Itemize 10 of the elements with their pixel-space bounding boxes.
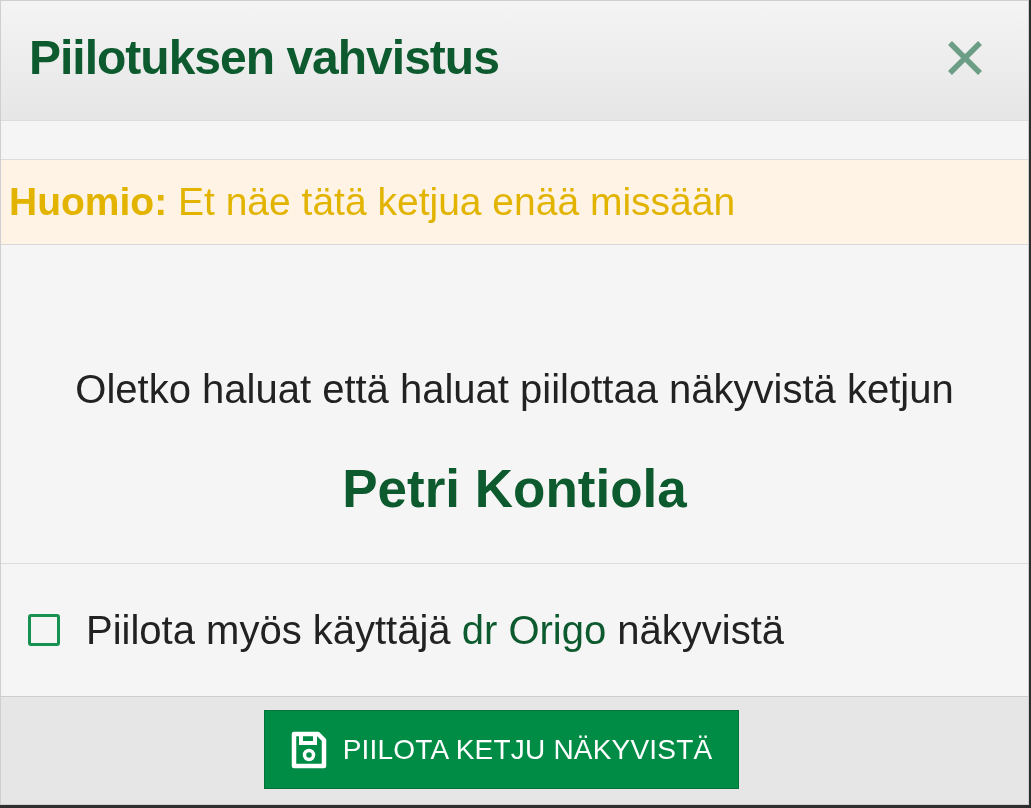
dialog-title: Piilotuksen vahvistus [29, 29, 499, 86]
user-link[interactable]: dr Origo [461, 608, 607, 652]
close-button[interactable] [946, 38, 984, 77]
checkbox[interactable] [28, 614, 60, 646]
option-label: Piilota myös käyttäjä dr Origo näkyvistä [86, 607, 785, 654]
close-icon [946, 38, 984, 77]
warning-text: Huomio: Et näe tätä ketjua enää missään [9, 178, 736, 225]
hide-thread-button[interactable]: PIILOTA KETJU NÄKYVISTÄ [263, 710, 740, 789]
question-text: Oletko haluat että haluat piilottaa näkyvistä ketjun [75, 366, 954, 413]
thread-name: Petri Kontiola [342, 458, 687, 520]
